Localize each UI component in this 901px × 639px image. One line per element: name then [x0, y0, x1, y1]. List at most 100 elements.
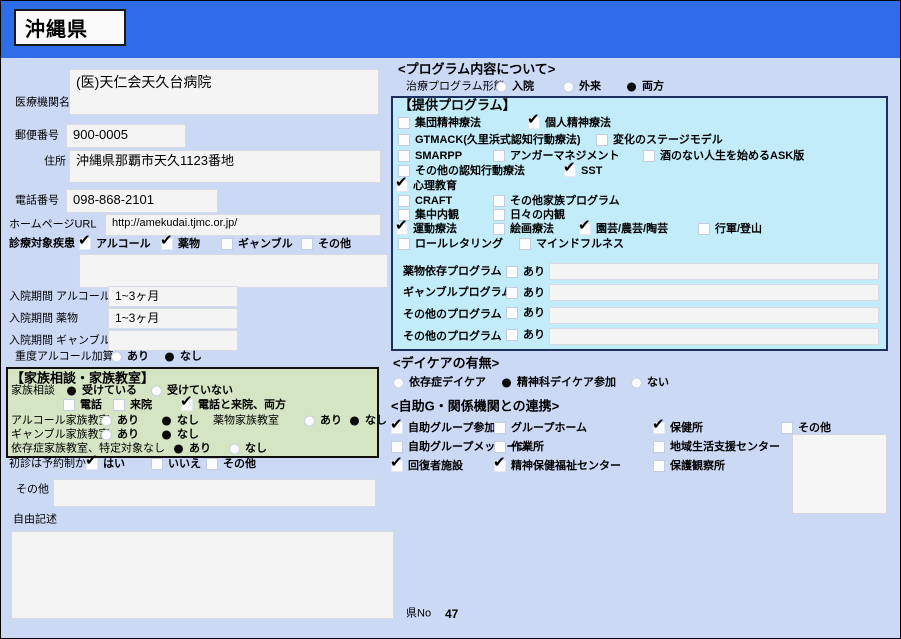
other-program1-input[interactable] — [549, 307, 879, 324]
coop-option: その他 — [781, 422, 831, 434]
address-input[interactable]: 沖縄県那覇市天久1123番地 — [69, 150, 381, 183]
checkbox[interactable] — [398, 117, 410, 129]
stay-drug-input[interactable]: 1~3ヶ月 — [108, 308, 238, 329]
checkbox[interactable] — [494, 422, 506, 434]
both-method-checkbox[interactable] — [180, 394, 193, 411]
checkbox-label: 行軍/登山 — [715, 222, 763, 235]
radio-button[interactable] — [393, 377, 404, 389]
checkbox[interactable] — [390, 417, 403, 434]
radio-button[interactable] — [151, 385, 162, 397]
gambling-program-input[interactable] — [549, 284, 879, 301]
radio-button[interactable] — [501, 378, 512, 388]
checkbox-label: あり — [523, 328, 545, 341]
program-option: SMARPP — [398, 150, 462, 162]
radio-label: 受けていない — [167, 384, 233, 397]
drug-program-input[interactable] — [549, 263, 879, 280]
program-option: マインドフルネス — [519, 238, 624, 250]
checkbox[interactable] — [398, 150, 410, 162]
radio-button[interactable] — [349, 416, 360, 426]
daycare-section-title: <デイケアの有無> — [393, 355, 500, 371]
radio-button[interactable] — [496, 81, 507, 93]
free-text-area[interactable] — [11, 531, 394, 619]
disease-option-gambling: ギャンブル — [221, 238, 293, 250]
checkbox[interactable] — [506, 307, 518, 319]
treatment-form-both: 両方 — [626, 80, 664, 93]
checkbox[interactable] — [652, 417, 665, 434]
radio-button[interactable] — [229, 443, 240, 455]
first-visit-yes: はい — [85, 453, 125, 470]
phone-label: 電話番号 — [15, 194, 59, 207]
checkbox[interactable] — [643, 150, 655, 162]
homepage-url-input[interactable]: http://amekudai.tjmc.or.jp/ — [105, 214, 381, 236]
checkbox-label: グループホーム — [511, 421, 588, 434]
drug-checkbox[interactable] — [160, 233, 173, 250]
checkbox[interactable] — [391, 441, 403, 453]
checkbox[interactable] — [493, 209, 505, 221]
coop-other-note-input[interactable] — [792, 434, 887, 514]
no-checkbox[interactable] — [151, 458, 163, 470]
checkbox[interactable] — [698, 223, 710, 235]
checkbox[interactable] — [395, 218, 408, 235]
drug-program-ari: あり — [506, 266, 545, 278]
checkbox[interactable] — [493, 195, 505, 207]
radio-button[interactable] — [626, 82, 637, 92]
checkbox[interactable] — [493, 223, 505, 235]
checkbox-label: あり — [523, 286, 545, 299]
yes-checkbox[interactable] — [85, 453, 98, 470]
radio-button[interactable] — [111, 351, 122, 363]
coop-option: グループホーム — [494, 422, 587, 434]
checkbox[interactable] — [398, 134, 410, 146]
checkbox[interactable] — [653, 460, 665, 472]
checkbox[interactable] — [390, 455, 403, 472]
checkbox-label: 集団精神療法 — [415, 116, 481, 129]
other-input[interactable] — [53, 479, 376, 507]
phone-input[interactable]: 098-868-2101 — [66, 189, 218, 213]
stay-alcohol-input[interactable]: 1~3ヶ月 — [108, 286, 238, 307]
phone-method-checkbox[interactable] — [63, 399, 75, 411]
checkbox[interactable] — [506, 266, 518, 278]
institution-name-input[interactable]: (医)天仁会天久台病院 — [69, 69, 379, 115]
radio-button[interactable] — [631, 377, 642, 389]
checkbox[interactable] — [563, 160, 576, 177]
other-checkbox[interactable] — [206, 458, 218, 470]
checkbox[interactable] — [596, 134, 608, 146]
radio-button[interactable] — [161, 416, 172, 426]
checkbox-label: マインドフルネス — [536, 237, 624, 250]
disease-option-drug: 薬物 — [160, 233, 200, 250]
checkbox[interactable] — [493, 150, 505, 162]
checkbox[interactable] — [527, 112, 540, 129]
checkbox[interactable] — [398, 238, 410, 250]
radio-label: 精神科デイケア参加 — [517, 376, 616, 389]
radio-button[interactable] — [66, 386, 77, 396]
checkbox[interactable] — [506, 287, 518, 299]
checkbox[interactable] — [494, 441, 506, 453]
checkbox[interactable] — [506, 329, 518, 341]
radio-button[interactable] — [563, 81, 574, 93]
gambling-checkbox[interactable] — [221, 238, 233, 250]
checkbox-label: その他家族プログラム — [510, 194, 620, 207]
radio-button[interactable] — [173, 444, 184, 454]
radio-button[interactable] — [164, 352, 175, 362]
checkbox[interactable] — [493, 455, 506, 472]
radio-button[interactable] — [304, 415, 315, 427]
checkbox[interactable] — [519, 238, 531, 250]
radio-button[interactable] — [101, 429, 112, 441]
checkbox[interactable] — [395, 175, 408, 192]
stay-gambling-input[interactable] — [108, 330, 238, 351]
checkbox[interactable] — [653, 441, 665, 453]
alcohol-checkbox[interactable] — [78, 233, 91, 250]
other-disease-checkbox[interactable] — [301, 238, 313, 250]
gambling-class-nashi: なし — [161, 429, 199, 441]
postal-code-input[interactable]: 900-0005 — [66, 124, 186, 148]
disease-note-input[interactable] — [79, 254, 388, 288]
radio-button[interactable] — [161, 430, 172, 440]
radio-label: 両方 — [642, 80, 664, 93]
checkbox-label: 心理教育 — [413, 179, 457, 192]
radio-button[interactable] — [101, 415, 112, 427]
other-program2-input[interactable] — [549, 328, 879, 345]
checkbox-label: はい — [103, 457, 125, 470]
checkbox[interactable] — [578, 218, 591, 235]
checkbox[interactable] — [781, 422, 793, 434]
visit-method-checkbox[interactable] — [113, 399, 125, 411]
checkbox[interactable] — [398, 195, 410, 207]
